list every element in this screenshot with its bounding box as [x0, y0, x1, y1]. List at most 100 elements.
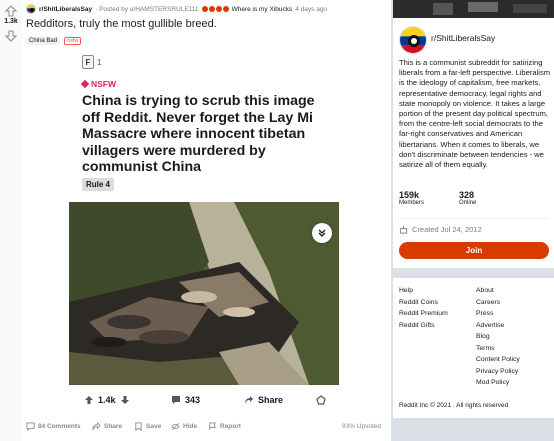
footer-link[interactable]: About — [476, 286, 520, 295]
footer-link[interactable]: Careers — [476, 298, 520, 307]
nsfw-flair: nsfw — [64, 37, 82, 45]
footer-link[interactable]: Help — [399, 286, 448, 295]
embed-share-label: Share — [258, 395, 284, 405]
post-footer: 84 Comments Share Save Hide Report 93% U… — [26, 419, 381, 433]
embed-comment-count: 343 — [185, 395, 201, 405]
embed-share[interactable]: Share — [244, 395, 283, 405]
created-label: Created Jul 24, 2012 — [412, 225, 482, 234]
flag-logo-icon — [400, 27, 426, 53]
post-flair[interactable]: China Bad — [26, 37, 61, 45]
downvote-arrow-icon[interactable] — [5, 30, 17, 42]
page: 1.3k r/ShitLiberalsSay · Posted by u/HAM… — [0, 0, 554, 441]
community-description: This is a communist subreddit for satiri… — [399, 58, 551, 170]
award-icon — [222, 6, 229, 12]
downvote-arrow-icon — [120, 396, 129, 404]
footer-link[interactable]: Content Policy — [476, 355, 520, 364]
footer-link[interactable]: Reddit Gifts — [399, 321, 448, 330]
upvote-arrow-icon — [85, 396, 93, 404]
comments-button[interactable]: 84 Comments — [26, 421, 81, 431]
subreddit-avatar[interactable] — [399, 26, 427, 54]
divider — [399, 218, 549, 219]
embed-rule-tag: Rule 4 — [82, 178, 115, 191]
online-count: 328 — [459, 190, 475, 200]
embed-award-count: 1 — [97, 57, 102, 67]
post-card: 1.3k r/ShitLiberalsSay · Posted by u/HAM… — [0, 0, 391, 441]
footer-link[interactable]: Press — [476, 309, 520, 318]
award-icon — [215, 6, 222, 12]
sidebar-subreddit-name[interactable]: r/ShitLiberalsSay — [431, 33, 495, 43]
embed-votes: 1.4k — [98, 395, 116, 405]
award-icon — [316, 395, 326, 405]
share-button[interactable]: Share — [92, 421, 123, 431]
members-label: Members — [399, 200, 425, 206]
embed-award-button[interactable] — [316, 395, 326, 405]
post-title[interactable]: Redditors, truly the most gullible breed… — [26, 18, 217, 30]
eye-slash-icon — [171, 422, 180, 430]
post-flairs: China Bad nsfw — [26, 37, 82, 45]
footer-link[interactable]: Terms — [476, 344, 520, 353]
share-label: Share — [104, 422, 123, 430]
links-right: About Careers Press Advertise Blog Terms… — [476, 286, 520, 387]
footer-link[interactable]: Privacy Policy — [476, 367, 520, 376]
footer-link[interactable]: Mod Policy — [476, 378, 520, 387]
hide-label: Hide — [183, 422, 198, 430]
created-date: Created Jul 24, 2012 — [399, 225, 482, 234]
flag-icon — [209, 421, 216, 430]
cake-icon — [399, 225, 408, 234]
embed-award: F 1 — [82, 55, 101, 69]
post-age[interactable]: 4 days ago — [295, 6, 327, 13]
footer-link[interactable]: Reddit Coins — [399, 298, 448, 307]
banner-shape — [468, 2, 498, 12]
awards[interactable] — [201, 6, 229, 12]
subreddit-link[interactable]: r/ShitLiberalsSay — [39, 6, 92, 13]
join-button[interactable]: Join — [399, 242, 549, 259]
embed-nsfw-label: NSFW — [91, 79, 117, 89]
posted-by[interactable]: · Posted by u/HAMSTERSRULE111 — [95, 6, 198, 13]
footer-link[interactable]: Reddit Premium — [399, 309, 448, 318]
upvote-ratio: 93% Upvoted — [341, 422, 381, 430]
award-icon — [201, 6, 208, 12]
upvote-arrow-icon[interactable] — [5, 5, 17, 17]
footer-link[interactable]: Advertise — [476, 321, 520, 330]
vote-column: 1.3k — [0, 0, 22, 441]
online-stat: 328 Online — [459, 190, 476, 206]
expand-button[interactable] — [312, 223, 332, 243]
post-score: 1.3k — [4, 18, 18, 25]
report-button[interactable]: Report — [208, 421, 241, 431]
about-community-card: r/ShitLiberalsSay This is a communist su… — [393, 18, 554, 268]
members-count: 159k — [399, 190, 420, 200]
embed-comments[interactable]: 343 — [171, 395, 200, 405]
f-key-award-icon: F — [82, 55, 94, 69]
footer-links-card: Help Reddit Coins Reddit Premium Reddit … — [393, 278, 554, 418]
embed-photo — [69, 202, 339, 385]
members-stat: 159k Members — [399, 190, 424, 206]
author-flair: Where is my Xibucks — [231, 5, 293, 13]
embed-actions: 1.4k 343 Share — [69, 388, 339, 412]
save-label: Save — [146, 422, 162, 430]
sidebar: r/ShitLiberalsSay This is a communist su… — [393, 0, 554, 441]
photo-illustration — [69, 202, 339, 385]
hide-button[interactable]: Hide — [171, 422, 197, 431]
save-button[interactable]: Save — [134, 421, 162, 431]
online-label: Online — [459, 200, 477, 206]
footer-link[interactable]: Blog — [476, 332, 520, 341]
award-icon — [208, 6, 215, 12]
report-label: Report — [220, 422, 241, 430]
comment-bubble-icon — [26, 421, 35, 431]
share-icon — [92, 421, 101, 430]
comments-label: 84 Comments — [38, 422, 81, 430]
embed-title: China is trying to scrub this image off … — [82, 93, 315, 175]
banner-shape — [513, 4, 547, 13]
links-left: Help Reddit Coins Reddit Premium Reddit … — [399, 286, 448, 330]
embed-vote[interactable]: 1.4k — [84, 395, 130, 405]
community-stats: 159k Members 328 Online — [399, 190, 476, 206]
post-meta: r/ShitLiberalsSay · Posted by u/HAMSTERS… — [26, 4, 327, 14]
share-icon — [245, 396, 253, 404]
post-image[interactable]: F 1 NSFW China is trying to scrub this i… — [69, 50, 339, 435]
comment-bubble-icon — [172, 396, 180, 404]
nsfw-diamond-icon — [80, 79, 90, 89]
bookmark-icon — [135, 421, 142, 431]
subreddit-banner — [393, 0, 554, 18]
copyright: Reddit Inc © 2021 . All rights reserved — [399, 402, 509, 409]
subreddit-icon[interactable] — [26, 4, 36, 14]
